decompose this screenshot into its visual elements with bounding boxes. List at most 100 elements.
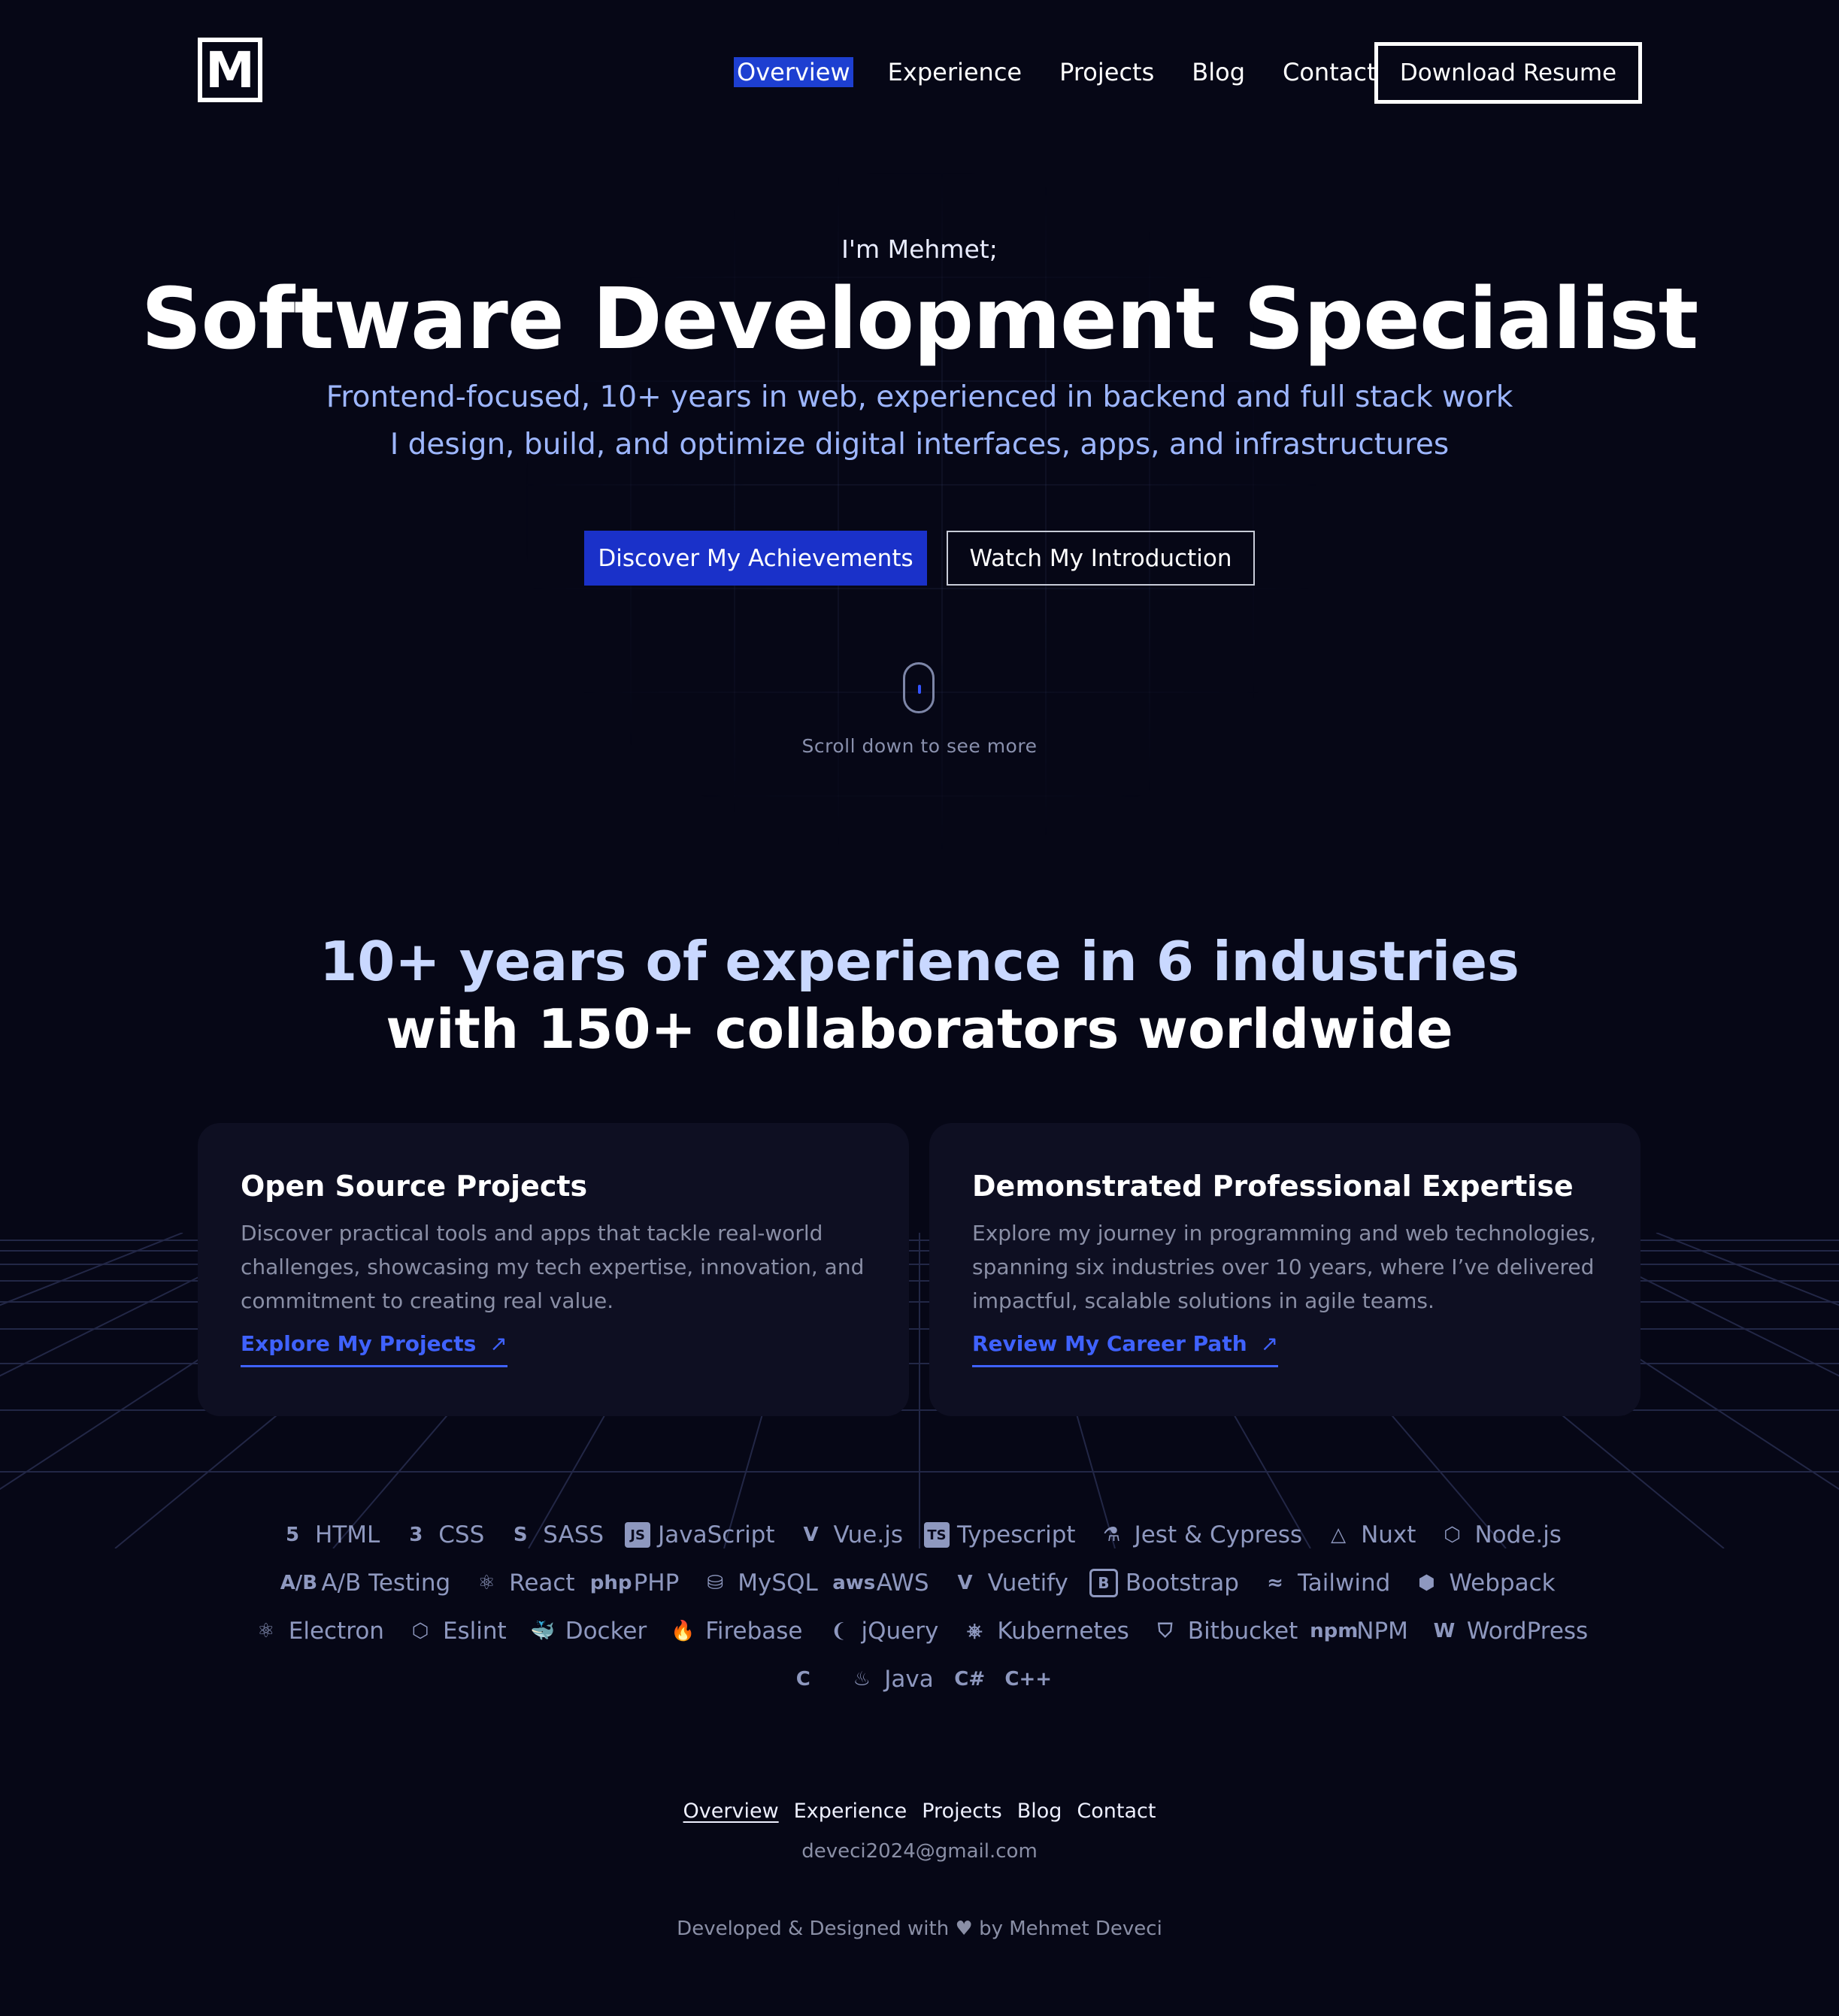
cplusplus-icon: C++ [1004,1668,1053,1691]
scroll-mouse-icon[interactable] [903,662,935,713]
tech-item: V Vue.js [796,1520,903,1550]
card-title: Open Source Projects [241,1170,588,1203]
tech-item: ⛉ Bitbucket [1150,1616,1298,1646]
tech-label: Webpack [1449,1570,1556,1597]
ab-testing-icon: A/B [280,1572,318,1594]
nav-overview[interactable]: Overview [734,57,853,87]
tech-label: MySQL [738,1570,818,1597]
hero-title: Software Development Specialist [141,271,1699,368]
javascript-icon: JS [625,1522,651,1548]
tech-item: aws AWS [832,1568,929,1598]
nuxt-icon: △ [1331,1524,1347,1546]
css3-icon: 3 [409,1524,423,1546]
nav-projects[interactable]: Projects [1059,57,1154,87]
discover-achievements-button[interactable]: Discover My Achievements [584,531,927,586]
tech-item: ≈ Tailwind [1260,1568,1390,1598]
card-body: Explore my journey in programming and we… [972,1221,1597,1313]
footer-nav: Overview Experience Projects Blog Contac… [0,1800,1839,1823]
footer-nav-blog[interactable]: Blog [1017,1800,1062,1823]
card-title: Demonstrated Professional Expertise [972,1170,1574,1203]
tech-label: Vuetify [987,1570,1068,1597]
watch-introduction-button[interactable]: Watch My Introduction [947,531,1255,586]
tech-item: ⚛ React [471,1568,575,1598]
tech-label: Java [884,1666,934,1693]
tech-label: Vue.js [833,1521,903,1548]
nav-experience[interactable]: Experience [888,57,1022,87]
tech-label: WordPress [1466,1618,1589,1645]
tech-label: PHP [633,1570,680,1597]
tech-item: C++ [1004,1664,1053,1694]
tech-label: CSS [438,1521,485,1548]
card-body: Discover practical tools and apps that t… [241,1221,865,1313]
mouse-wheel [918,685,921,694]
tech-item: V Vuetify [950,1568,1068,1598]
site-logo[interactable]: M [198,38,262,102]
test-tube-icon: ⚗ [1102,1524,1121,1546]
nav-blog[interactable]: Blog [1192,57,1245,87]
tech-label: Jest & Cypress [1134,1521,1303,1548]
react-icon: ⚛ [477,1572,495,1594]
java-icon: ♨ [853,1668,871,1691]
hero-subtitle-line-1: Frontend-focused, 10+ years in web, expe… [326,380,1513,414]
docker-icon: 🐳 [530,1620,555,1642]
typescript-icon: TS [923,1522,950,1548]
tech-item: ⬢ Webpack [1411,1568,1556,1598]
tech-label: Firebase [705,1618,803,1645]
tech-item: S SASS [505,1520,604,1550]
firebase-icon: 🔥 [671,1620,695,1642]
tech-label: AWS [876,1570,929,1597]
tech-item: 🔥 Firebase [668,1616,802,1646]
mysql-icon: ⛁ [707,1572,724,1594]
tech-item: php PHP [590,1568,680,1598]
tech-item: C [788,1664,826,1694]
explore-projects-link[interactable]: Explore My Projects ↗ [241,1331,507,1367]
credit-prefix: Developed & Designed with [677,1918,950,1940]
tech-item: C# [954,1664,992,1694]
tech-label: Bitbucket [1187,1618,1298,1645]
tech-label: Docker [565,1618,647,1645]
tech-item: ⚛ Electron [251,1616,384,1646]
tech-item: ⛁ MySQL [700,1568,817,1598]
tech-row-2: A/B A/B Testing ⚛ React php PHP ⛁ MySQL aws AWS V V… [0,1568,1839,1598]
tech-item: ♨ Java [847,1664,934,1694]
tech-label: Typescript [956,1521,1076,1548]
tech-item: A/B A/B Testing [280,1568,451,1598]
footer-nav-projects[interactable]: Projects [922,1800,1001,1823]
tech-label: NPM [1356,1618,1408,1645]
nodejs-icon: ⬡ [1444,1524,1461,1546]
download-resume-button[interactable]: Download Resume [1374,42,1642,104]
arrow-up-right-icon: ↗ [489,1331,507,1356]
tech-label: React [509,1570,575,1597]
tech-label: A/B Testing [321,1570,451,1597]
hero-intro: I'm Mehmet; [841,235,998,264]
stats-heading-line-1: 10+ years of experience in 6 industries [320,930,1519,993]
footer-nav-contact[interactable]: Contact [1077,1800,1156,1823]
tech-row-1: 5 HTML 3 CSS S SASS JS JavaScript V Vue.js TS Types… [0,1520,1839,1550]
tech-item: △ Nuxt [1323,1520,1416,1550]
kubernetes-icon: ⎈ [966,1619,983,1642]
footer-nav-overview[interactable]: Overview [683,1800,779,1823]
career-path-link[interactable]: Review My Career Path ↗ [972,1331,1279,1367]
nav-contact[interactable]: Contact [1283,57,1377,87]
tech-item: 🐳 Docker [528,1616,647,1646]
footer-credit: Developed & Designed with ♥ by Mehmet De… [0,1918,1839,1940]
tech-item: W WordPress [1429,1616,1589,1646]
tech-label: Node.js [1474,1521,1562,1548]
webpack-icon: ⬢ [1417,1572,1435,1594]
wordpress-icon: W [1433,1620,1456,1642]
tech-label: SASS [543,1521,604,1548]
vue-icon: V [803,1524,819,1546]
jquery-icon: ❨ [830,1620,847,1642]
footer-email-link[interactable]: deveci2024@gmail.com [0,1840,1839,1863]
link-label: Review My Career Path [972,1331,1247,1356]
bootstrap-icon: B [1089,1569,1118,1597]
hero-subtitle-line-2: I design, build, and optimize digital in… [389,428,1450,462]
html5-icon: 5 [285,1524,300,1546]
npm-icon: npm [1310,1620,1359,1642]
main-nav: Overview Experience Projects Blog Contac… [734,53,1414,92]
tech-item: B Bootstrap [1089,1569,1239,1597]
tech-label: Eslint [442,1618,507,1645]
footer-nav-experience[interactable]: Experience [794,1800,907,1823]
tech-item: npm NPM [1310,1616,1408,1646]
tech-label: Nuxt [1361,1521,1416,1548]
